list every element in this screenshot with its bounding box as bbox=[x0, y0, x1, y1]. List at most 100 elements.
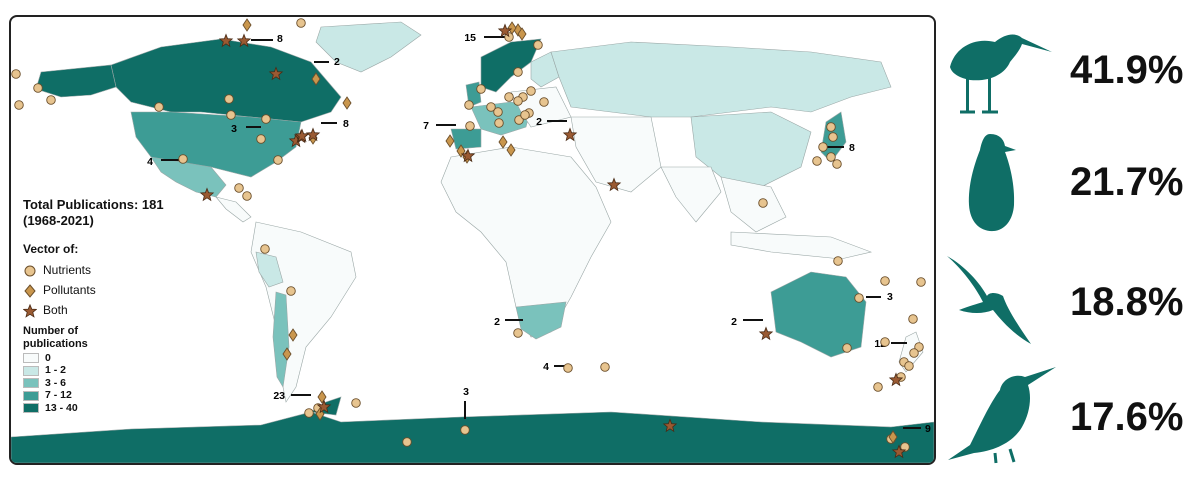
legend-scale-swatch bbox=[23, 390, 39, 401]
nutrient-marker bbox=[286, 286, 296, 296]
nutrient-marker bbox=[826, 152, 836, 162]
legend-scale-row: 1 - 2 bbox=[23, 364, 164, 378]
legend-total: Total Publications: 181 (1968-2021) bbox=[23, 197, 164, 230]
nutrient-marker bbox=[154, 102, 164, 112]
nutrient-marker bbox=[256, 134, 266, 144]
nutrient-marker bbox=[758, 198, 768, 208]
nutrient-marker bbox=[916, 277, 926, 287]
booby-percent: 17.6% bbox=[1070, 395, 1184, 439]
count-label: 2 bbox=[731, 316, 737, 328]
nutrient-marker bbox=[464, 100, 474, 110]
albatross-percent: 18.8% bbox=[1070, 280, 1184, 324]
pollutant-marker bbox=[242, 18, 252, 32]
legend-scale-title-line1: Number of bbox=[23, 324, 78, 337]
map-legend: Total Publications: 181 (1968-2021) Vect… bbox=[23, 197, 164, 415]
nutrient-marker bbox=[533, 40, 543, 50]
both-marker bbox=[758, 326, 774, 341]
nutrient-marker bbox=[513, 67, 523, 77]
nutrient-marker bbox=[873, 382, 883, 392]
legend-scale-title: Number of publications bbox=[23, 325, 164, 353]
nutrient-marker bbox=[242, 191, 252, 201]
nutrient-marker bbox=[234, 183, 244, 193]
legend-vector-title: Vector of: bbox=[23, 241, 79, 256]
booby-icon bbox=[948, 367, 1056, 464]
nutrient-marker bbox=[904, 361, 914, 371]
legend-item-nutrients: Nutrients bbox=[23, 261, 164, 281]
nutrient-marker bbox=[832, 159, 842, 169]
nutrient-marker bbox=[520, 110, 530, 120]
nutrient-marker bbox=[33, 83, 43, 93]
count-label: 2 bbox=[334, 56, 340, 68]
legend-item-both: Both bbox=[23, 301, 164, 321]
country-alaska bbox=[35, 64, 117, 98]
country-australia bbox=[770, 271, 867, 358]
nutrient-marker bbox=[260, 244, 270, 254]
nutrient-marker bbox=[600, 362, 610, 372]
count-label: 23 bbox=[273, 390, 285, 402]
country-antarctica bbox=[11, 411, 934, 463]
nutrient-marker bbox=[854, 293, 864, 303]
legend-scale-swatch bbox=[23, 365, 39, 376]
legend-item-label: Nutrients bbox=[43, 263, 92, 277]
country-greenland bbox=[315, 21, 422, 73]
country-central-america bbox=[215, 196, 252, 223]
count-label: 3 bbox=[463, 386, 469, 398]
nutrient-marker bbox=[11, 69, 21, 79]
count-label: 8 bbox=[277, 33, 283, 45]
legend-scale-label: 13 - 40 bbox=[45, 401, 78, 414]
nutrient-marker bbox=[261, 114, 271, 124]
legend-scale-label: 7 - 12 bbox=[45, 389, 72, 402]
count-label: 8 bbox=[849, 142, 855, 154]
penguin-icon bbox=[968, 134, 1016, 232]
nutrient-marker bbox=[504, 92, 514, 102]
legend-item-pollutants: Pollutants bbox=[23, 281, 164, 301]
nutrient-marker bbox=[460, 425, 470, 435]
country-spain bbox=[450, 128, 482, 150]
legend-scale-row: 0 bbox=[23, 352, 164, 365]
nutrient-marker bbox=[494, 118, 504, 128]
albatross-icon bbox=[947, 256, 1031, 344]
nutrient-marker bbox=[224, 94, 234, 104]
shorebird-icon bbox=[950, 34, 1052, 114]
nutrient-marker bbox=[178, 154, 188, 164]
nutrient-marker bbox=[476, 84, 486, 94]
nutrient-marker bbox=[513, 328, 523, 338]
count-label: 4 bbox=[543, 361, 549, 373]
nutrient-marker bbox=[812, 156, 822, 166]
nutrient-marker bbox=[304, 408, 314, 418]
count-label: 2 bbox=[536, 116, 542, 128]
world-map: 15 8 2 3 8 7 2 4 8 2 2 3 4 12 23 3 9 Total Publications:… bbox=[9, 15, 936, 465]
nutrient-marker bbox=[908, 314, 918, 324]
nutrient-marker bbox=[880, 276, 890, 286]
legend-scale-swatch bbox=[23, 378, 39, 389]
count-label: 3 bbox=[887, 291, 893, 303]
pollutant-marker bbox=[507, 21, 517, 35]
legend-total-years: (1968-2021) bbox=[23, 213, 94, 229]
pollutant-marker bbox=[498, 135, 508, 149]
nutrient-marker bbox=[526, 86, 536, 96]
nutrient-marker bbox=[14, 100, 24, 110]
penguin-percent: 21.7% bbox=[1070, 160, 1184, 204]
nutrient-marker bbox=[296, 18, 306, 28]
count-label: 3 bbox=[231, 123, 237, 135]
circle-marker-icon bbox=[24, 265, 36, 276]
pollutant-marker bbox=[317, 390, 327, 404]
legend-scale: 01 - 23 - 67 - 12 13 - 40 bbox=[23, 352, 164, 415]
legend-scale-label: 1 - 2 bbox=[45, 364, 67, 377]
nutrient-marker bbox=[273, 155, 283, 165]
country-indonesia bbox=[730, 231, 873, 260]
legend-scale-swatch bbox=[23, 353, 39, 364]
legend-scale-title-line2: publications bbox=[23, 338, 88, 351]
nutrient-marker bbox=[828, 132, 838, 142]
country-india bbox=[660, 166, 722, 223]
nutrient-marker bbox=[818, 142, 828, 152]
country-se-asia bbox=[720, 176, 787, 233]
country-usa bbox=[130, 111, 302, 178]
country-canada bbox=[110, 38, 342, 123]
count-label: 15 bbox=[464, 32, 476, 44]
count-label: 8 bbox=[343, 118, 349, 130]
count-label: 7 bbox=[423, 120, 429, 132]
legend-scale-label: 0 bbox=[45, 351, 51, 364]
nutrient-marker bbox=[842, 343, 852, 353]
nutrient-marker bbox=[46, 95, 56, 105]
